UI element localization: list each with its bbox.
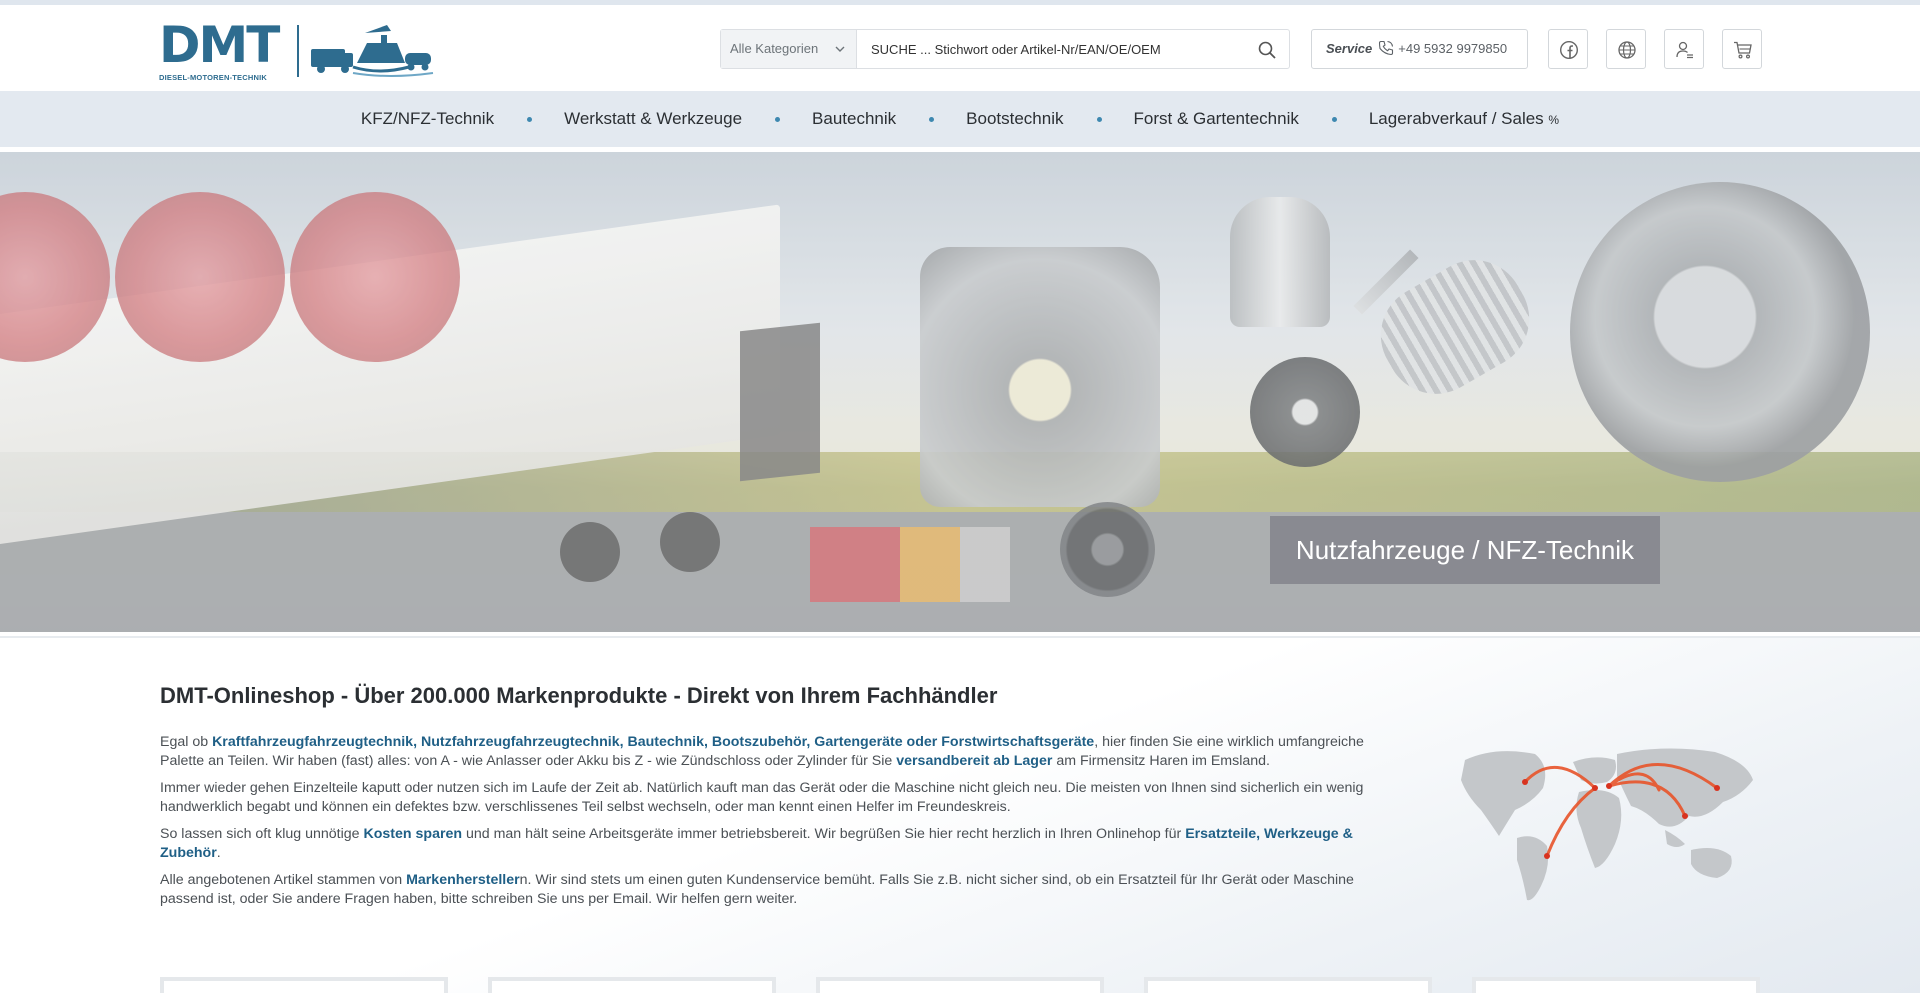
logo-sub-text: DIESEL-MOTOREN-TECHNIK [159,73,268,82]
category-card[interactable] [1144,977,1432,993]
language-button[interactable] [1606,29,1646,69]
logo-wordmark: DMT DIESEL-MOTOREN-TECHNIK [159,16,287,83]
vehicles-logo-icon [311,25,434,77]
page-title: DMT-Onlineshop - Über 200.000 Markenprod… [160,683,998,708]
nav-item-lagerabverkauf[interactable]: Lagerabverkauf / Sales % [1369,109,1559,129]
category-select-value: Alle Kategorien [730,41,819,56]
category-card[interactable] [160,977,448,993]
in-stock-link[interactable]: versandbereit ab Lager [896,753,1052,769]
facebook-button[interactable] [1548,29,1588,69]
nav-item-lagerabverkauf-label: Lagerabverkauf / Sales [1368,109,1544,128]
site-header: DMT DIESEL-MOTOREN-TECHNIK Alle Kategori… [0,5,1920,91]
intro-paragraph: Alle angebotenen Artikel stammen von Mar… [160,871,1375,909]
paragraph-text: So lassen sich oft klug unnötige [160,826,364,842]
hero-caption[interactable]: Nutzfahrzeuge / NFZ-Technik [1270,516,1660,584]
nav-separator-dot [527,116,533,122]
site-logo[interactable]: DMT DIESEL-MOTOREN-TECHNIK [159,16,434,83]
category-card[interactable] [1472,977,1760,993]
search-input[interactable] [857,30,1247,68]
category-cards [160,977,1760,993]
service-label: Service [1326,41,1373,56]
nav-separator-dot [1331,116,1337,122]
account-icon [1676,41,1693,59]
intro-paragraph: Egal ob Kraftfahrzeugfahrzeugtechnik, Nu… [160,733,1375,771]
nav-item-bootstechnik[interactable]: Bootstechnik [966,109,1063,129]
logo-separator [297,25,299,77]
brand-manufacturers-link[interactable]: Markenhersteller [406,872,520,888]
save-costs-link[interactable]: Kosten sparen [363,826,462,842]
cart-button[interactable] [1722,29,1762,69]
globe-icon [1618,41,1636,59]
search-bar: Alle Kategorien [720,29,1290,69]
category-card[interactable] [488,977,776,993]
main-navigation: KFZ/NFZ-Technik Werkstatt & Werkzeuge Ba… [0,91,1920,147]
nav-item-kfz-nfz[interactable]: KFZ/NFZ-Technik [361,109,494,129]
paragraph-text: Alle angebotenen Artikel stammen von [160,872,407,888]
intro-paragraph: Immer wieder gehen Einzelteile kaputt od… [160,780,1364,815]
category-select[interactable]: Alle Kategorien [721,30,857,68]
phone-icon [1379,40,1394,56]
facebook-icon [1559,40,1579,60]
paragraph-text: und man hält seine Arbeitsgeräte immer b… [462,826,1186,842]
paragraph-text: Egal ob [160,734,213,750]
intro-paragraph: So lassen sich oft klug unnötige Kosten … [160,825,1375,863]
paragraph-text: . [216,845,221,861]
nav-item-werkstatt[interactable]: Werkstatt & Werkzeuge [564,109,742,129]
categories-link[interactable]: Kraftfahrzeugfahrzeugtechnik, Nutzfahrze… [212,734,1094,750]
cart-icon [1734,41,1752,59]
world-map-icon [1461,748,1753,901]
nav-separator-dot [775,116,781,122]
category-card[interactable] [816,977,1104,993]
nav-separator-dot [1096,116,1102,122]
intro-text: Egal ob Kraftfahrzeugfahrzeugtechnik, Nu… [160,733,1375,917]
nav-item-bautechnik[interactable]: Bautechnik [812,109,896,129]
service-hotline[interactable]: Service +49 5932 9979850 [1311,29,1528,69]
nav-separator-dot [929,116,935,122]
search-icon[interactable] [1257,40,1277,60]
chevron-down-icon [835,46,845,52]
account-button[interactable] [1664,29,1704,69]
percent-icon: % [1548,113,1560,127]
service-phone: +49 5932 9979850 [1398,41,1508,56]
paragraph-text: am Firmensitz Haren im Emsland. [1052,753,1270,769]
hero-banner[interactable]: Nutzfahrzeuge / NFZ-Technik [0,152,1920,632]
nav-item-forst-garten[interactable]: Forst & Gartentechnik [1134,109,1299,129]
logo-main-text: DMT [159,16,280,74]
